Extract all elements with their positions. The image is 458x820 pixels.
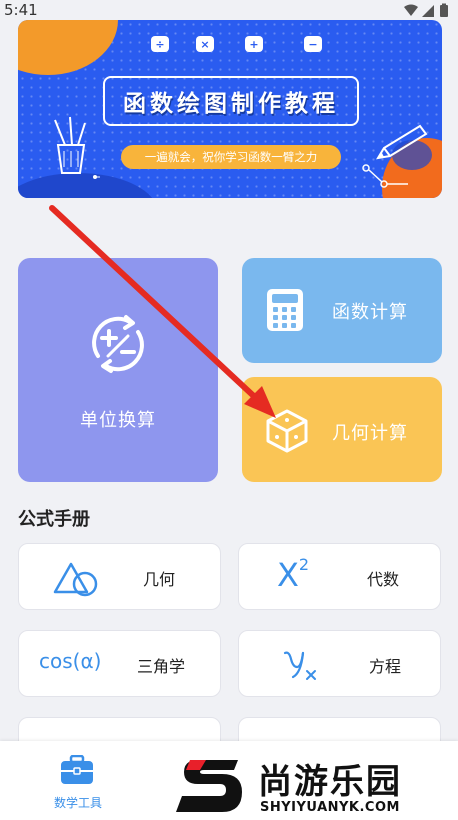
formula-item-label: 三角学 bbox=[137, 657, 186, 676]
watermark-logo-icon bbox=[176, 760, 242, 812]
formula-item-equation[interactable]: 方程 bbox=[238, 630, 441, 697]
yx-icon bbox=[283, 651, 316, 680]
unit-conversion-label: 单位换算 bbox=[80, 410, 156, 431]
toolbox-icon bbox=[61, 755, 93, 784]
status-bar: 5:41 bbox=[0, 0, 458, 22]
function-calc-label: 函数计算 bbox=[332, 302, 408, 323]
x-squared-exponent: 2 bbox=[298, 555, 310, 575]
status-icons bbox=[404, 3, 448, 17]
banner-subtitle: 一遍就会，祝你学习函数一臂之力 bbox=[121, 145, 341, 169]
calculator-icon bbox=[267, 289, 303, 331]
connector-decoration-icon bbox=[362, 164, 408, 188]
watermark-url: SHYIYUANYK.COM bbox=[260, 800, 400, 815]
formula-item-trigonometry[interactable]: cos(α) 三角学 bbox=[18, 630, 221, 697]
banner-title-frame: 函数绘图制作教程 bbox=[103, 76, 359, 126]
tab-math-tools[interactable]: 数学工具 bbox=[38, 751, 118, 817]
geometry-calc-card[interactable]: 几何计算 bbox=[242, 377, 442, 482]
x-squared-icon: X2 bbox=[277, 555, 310, 594]
formula-item-label: 代数 bbox=[367, 570, 400, 589]
site-watermark: 尚游乐园 SHYIYUANYK.COM bbox=[176, 752, 456, 820]
watermark-name: 尚游乐园 bbox=[258, 762, 402, 802]
geometry-calc-label: 几何计算 bbox=[332, 423, 408, 444]
plus-key-icon: + bbox=[245, 36, 263, 52]
banner-decoration bbox=[18, 20, 118, 75]
formula-item-label: 方程 bbox=[369, 657, 402, 676]
cellular-signal-icon bbox=[422, 5, 434, 17]
wifi-icon bbox=[404, 4, 418, 16]
formula-item-label: 几何 bbox=[143, 570, 176, 589]
cos-alpha-icon: cos(α) bbox=[39, 649, 102, 673]
multiply-key-icon: × bbox=[196, 36, 214, 52]
banner-title: 函数绘图制作教程 bbox=[123, 91, 339, 117]
pencil-icon bbox=[376, 124, 428, 160]
cube-icon bbox=[266, 409, 308, 453]
formula-item-geometry[interactable]: 几何 bbox=[18, 543, 221, 610]
battery-icon bbox=[440, 3, 448, 17]
tab-math-tools-label: 数学工具 bbox=[53, 796, 102, 810]
divide-key-icon: ÷ bbox=[151, 36, 169, 52]
x-squared-base: X bbox=[277, 556, 299, 594]
triangle-circle-icon bbox=[53, 562, 98, 597]
minus-key-icon: − bbox=[304, 36, 322, 52]
function-calc-card[interactable]: 函数计算 bbox=[242, 258, 442, 363]
formula-handbook-title: 公式手册 bbox=[18, 509, 90, 530]
formula-item-algebra[interactable]: X2 代数 bbox=[238, 543, 441, 610]
unit-conversion-card[interactable]: 单位换算 bbox=[18, 258, 218, 482]
pencil-cup-icon bbox=[54, 116, 100, 179]
plus-minus-cycle-icon bbox=[92, 315, 144, 373]
status-time: 5:41 bbox=[4, 1, 38, 19]
promo-banner[interactable]: ÷ × + − 函数绘图制作教程 一遍就会，祝你学习函数一臂之力 bbox=[18, 20, 442, 198]
